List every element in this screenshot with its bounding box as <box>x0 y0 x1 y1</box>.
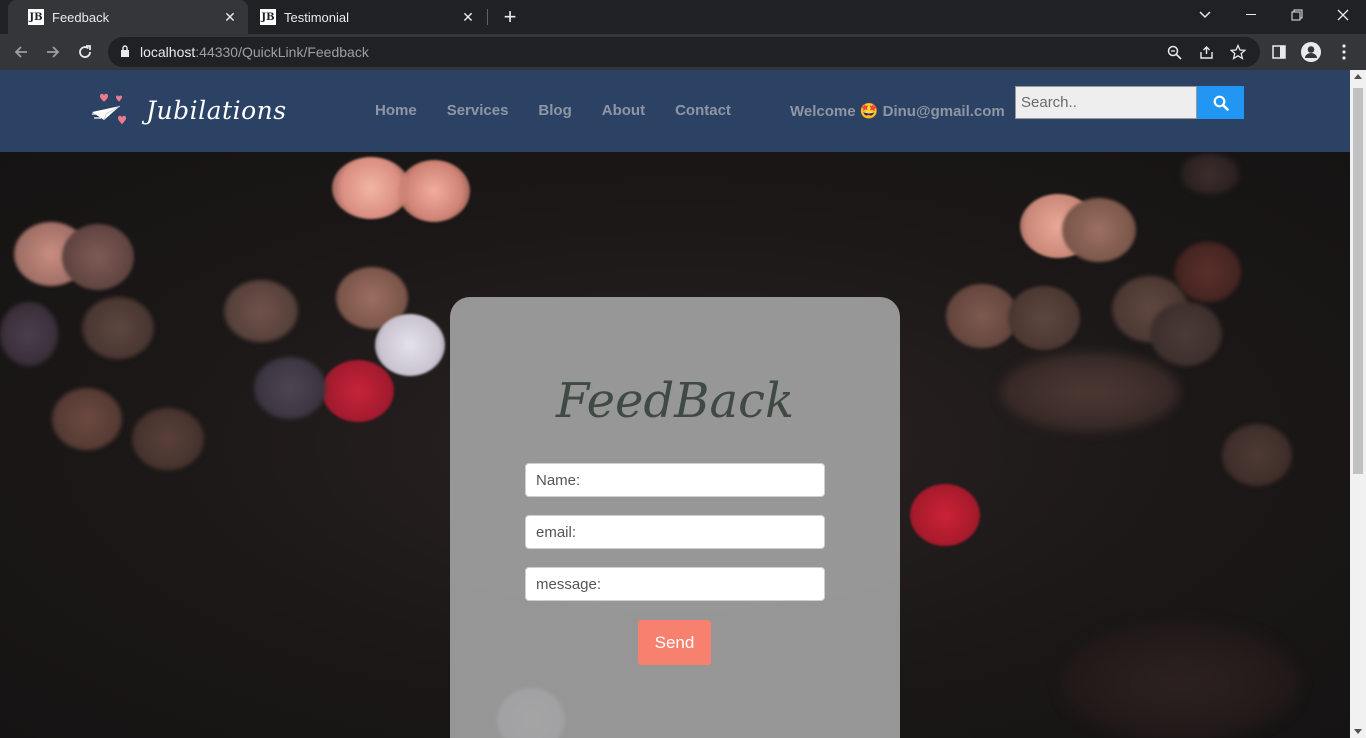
url-text: localhost:44330/QuickLink/Feedback <box>140 44 369 60</box>
profile-avatar-icon[interactable] <box>1298 39 1324 65</box>
welcome-prefix: Welcome <box>790 103 856 120</box>
star-eyes-emoji: 🤩 <box>859 103 879 120</box>
side-panel-icon[interactable] <box>1266 39 1292 65</box>
tab-separator <box>487 9 488 25</box>
kebab-menu-icon[interactable] <box>1331 39 1357 65</box>
email-field[interactable] <box>525 515 825 549</box>
nav-contact[interactable]: Contact <box>675 102 731 119</box>
back-arrow-icon[interactable] <box>8 39 34 65</box>
tab-search-chevron-icon[interactable] <box>1182 0 1228 30</box>
restore-icon[interactable] <box>1274 0 1320 30</box>
forward-arrow-icon[interactable] <box>40 39 66 65</box>
tab-testimonial[interactable]: JB Testimonial ✕ <box>248 0 486 34</box>
paper-plane-hearts-logo-icon[interactable] <box>90 92 130 130</box>
bookmark-star-icon[interactable] <box>1228 42 1248 62</box>
name-field[interactable] <box>525 463 825 497</box>
page-scrollbar[interactable] <box>1350 70 1366 738</box>
search-input[interactable] <box>1015 86 1197 119</box>
tab-title: Testimonial <box>284 9 350 25</box>
lock-icon[interactable] <box>120 44 130 60</box>
welcome-message: Welcome 🤩 Dinu@gmail.com <box>790 102 1005 120</box>
send-button[interactable]: Send <box>638 620 711 665</box>
tab-feedback[interactable]: JB Feedback ✕ <box>8 0 248 34</box>
address-bar[interactable]: localhost:44330/QuickLink/Feedback <box>108 37 1260 67</box>
scroll-up-arrow-icon[interactable] <box>1354 74 1362 79</box>
bokeh-background: FeedBack Send <box>0 152 1350 738</box>
feedback-card: FeedBack Send <box>450 297 900 738</box>
browser-toolbar: localhost:44330/QuickLink/Feedback <box>0 34 1366 70</box>
close-icon[interactable]: ✕ <box>460 9 476 25</box>
site-header: Jubilations Home Services Blog About Con… <box>0 70 1350 152</box>
nav-home[interactable]: Home <box>375 102 417 119</box>
search-icon <box>1213 95 1229 111</box>
minimize-icon[interactable] <box>1228 0 1274 30</box>
tab-favicon-icon: JB <box>260 9 276 25</box>
feedback-title: FeedBack <box>555 373 795 429</box>
message-field[interactable] <box>525 567 825 601</box>
search-button[interactable] <box>1197 86 1244 119</box>
nav-blog[interactable]: Blog <box>538 102 571 119</box>
browser-tab-strip: JB Feedback ✕ JB Testimonial ✕ + <box>0 0 1366 34</box>
new-tab-plus-icon[interactable]: + <box>498 4 522 29</box>
share-icon[interactable] <box>1196 42 1216 62</box>
close-icon[interactable]: ✕ <box>222 9 238 25</box>
main-nav: Home Services Blog About Contact <box>375 102 761 119</box>
brand-name[interactable]: Jubilations <box>146 96 287 125</box>
web-page: Jubilations Home Services Blog About Con… <box>0 70 1350 738</box>
nav-services[interactable]: Services <box>447 102 509 119</box>
window-close-icon[interactable] <box>1320 0 1366 30</box>
tab-title: Feedback <box>52 9 110 25</box>
zoom-icon[interactable] <box>1164 42 1184 62</box>
scroll-down-arrow-icon[interactable] <box>1354 729 1362 734</box>
tab-favicon-icon: JB <box>28 9 44 25</box>
scrollbar-thumb[interactable] <box>1353 88 1363 474</box>
welcome-user: Dinu@gmail.com <box>882 103 1005 120</box>
reload-icon[interactable] <box>72 39 98 65</box>
nav-about[interactable]: About <box>602 102 645 119</box>
